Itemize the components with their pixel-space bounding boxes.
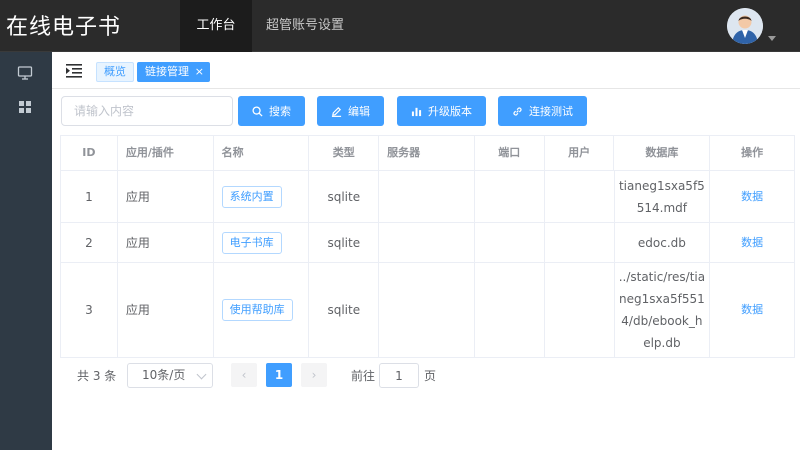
sidebar — [0, 52, 52, 450]
header-name[interactable]: 名称 — [214, 136, 310, 170]
link-icon — [513, 106, 522, 116]
cell-name: 电子书库 — [214, 223, 310, 262]
header-actions[interactable]: 操作 — [710, 136, 794, 170]
cell-port — [475, 171, 545, 222]
edit-icon — [331, 106, 342, 117]
goto-label: 前往 — [351, 369, 376, 383]
search-input[interactable] — [61, 96, 233, 126]
cell-type: sqlite — [309, 263, 380, 357]
app-title: 在线电子书 — [6, 15, 122, 40]
cell-server — [379, 223, 475, 262]
goto-suffix: 页 — [424, 369, 437, 383]
cell-database: edoc.db — [615, 223, 711, 262]
goto-page-input[interactable] — [379, 363, 419, 388]
cell-type: sqlite — [309, 223, 380, 262]
search-icon — [252, 105, 263, 117]
cell-id: 3 — [61, 263, 118, 357]
cell-name: 使用帮助库 — [214, 263, 310, 357]
page-number-current[interactable]: 1 — [266, 363, 292, 387]
cell-id: 1 — [61, 171, 118, 222]
cell-actions: 数据 — [710, 263, 794, 357]
cell-actions: 数据 — [710, 171, 794, 222]
next-page-button[interactable]: › — [301, 363, 327, 387]
tab-overview[interactable]: 概览 — [96, 62, 134, 82]
prev-page-button[interactable]: ‹ — [231, 363, 257, 387]
data-link[interactable]: 数据 — [741, 232, 763, 254]
data-link[interactable]: 数据 — [741, 299, 763, 321]
user-avatar[interactable] — [727, 8, 763, 44]
monitor-icon[interactable] — [17, 65, 33, 81]
connections-table: ID 应用/插件 名称 类型 服务器 端口 用户 数据库 操作 1 应用 系统内… — [60, 135, 795, 358]
tab-link-management-label: 链接管理 — [145, 65, 189, 78]
cell-name: 系统内置 — [214, 171, 310, 222]
tabs-bar: 概览 链接管理 × — [52, 53, 800, 89]
header-id[interactable]: ID — [61, 136, 118, 170]
edit-button[interactable]: 编辑 — [317, 96, 384, 126]
table-header: ID 应用/插件 名称 类型 服务器 端口 用户 数据库 操作 — [61, 136, 794, 171]
grid-icon[interactable] — [17, 99, 33, 115]
cell-server — [379, 171, 475, 222]
cell-port — [475, 223, 545, 262]
cell-actions: 数据 — [710, 223, 794, 262]
cell-database: ../static/res/tianeg1sxa5f5514/db/ebook_… — [615, 263, 711, 357]
chevron-down-icon[interactable] — [768, 36, 776, 41]
table-row: 1 应用 系统内置 sqlite tianeg1sxa5f5514.mdf 数据 — [61, 171, 794, 223]
tab-overview-label: 概览 — [104, 65, 126, 78]
header-server[interactable]: 服务器 — [379, 136, 475, 170]
pagination-total: 共 3 条 — [77, 369, 117, 383]
cell-id: 2 — [61, 223, 118, 262]
header-database[interactable]: 数据库 — [614, 136, 711, 170]
cell-type: sqlite — [309, 171, 380, 222]
cell-database: tianeg1sxa5f5514.mdf — [615, 171, 711, 222]
data-link[interactable]: 数据 — [741, 186, 763, 208]
connection-test-label: 连接测试 — [529, 105, 573, 118]
name-tag: 电子书库 — [221, 231, 282, 254]
cell-user — [545, 171, 615, 222]
table-row: 3 应用 使用帮助库 sqlite ../static/res/tianeg1s… — [61, 263, 794, 357]
table-row: 2 应用 电子书库 sqlite edoc.db 数据 — [61, 223, 794, 263]
page-size-select[interactable]: 10条/页 — [127, 363, 213, 388]
page-size-value: 10条/页 — [142, 368, 186, 382]
cell-app: 应用 — [118, 263, 214, 357]
cell-server — [379, 263, 475, 357]
header-app-plugin[interactable]: 应用/插件 — [118, 136, 214, 170]
cell-app: 应用 — [118, 223, 214, 262]
header-type[interactable]: 类型 — [309, 136, 380, 170]
cell-user — [545, 263, 615, 357]
edit-button-label: 编辑 — [348, 105, 370, 118]
top-bar: 在线电子书 工作台 超管账号设置 — [0, 0, 800, 52]
search-button[interactable]: 搜索 — [238, 96, 305, 126]
upgrade-version-label: 升级版本 — [428, 105, 472, 118]
cell-app: 应用 — [118, 171, 214, 222]
name-tag: 系统内置 — [221, 185, 282, 208]
name-tag: 使用帮助库 — [221, 299, 293, 321]
upgrade-version-button[interactable]: 升级版本 — [397, 96, 486, 126]
menu-indent-icon[interactable] — [66, 64, 82, 78]
tab-link-management[interactable]: 链接管理 × — [137, 62, 210, 82]
header-port[interactable]: 端口 — [475, 136, 545, 170]
cell-user — [545, 223, 615, 262]
chevron-down-icon — [196, 369, 207, 380]
cell-port — [475, 263, 545, 357]
nav-workbench[interactable]: 工作台 — [180, 0, 252, 52]
search-button-label: 搜索 — [269, 105, 291, 118]
nav-admin-settings[interactable]: 超管账号设置 — [257, 0, 353, 52]
bar-chart-icon — [411, 107, 422, 116]
close-icon[interactable]: × — [195, 63, 204, 81]
connection-test-button[interactable]: 连接测试 — [498, 96, 587, 126]
header-user[interactable]: 用户 — [545, 136, 615, 170]
